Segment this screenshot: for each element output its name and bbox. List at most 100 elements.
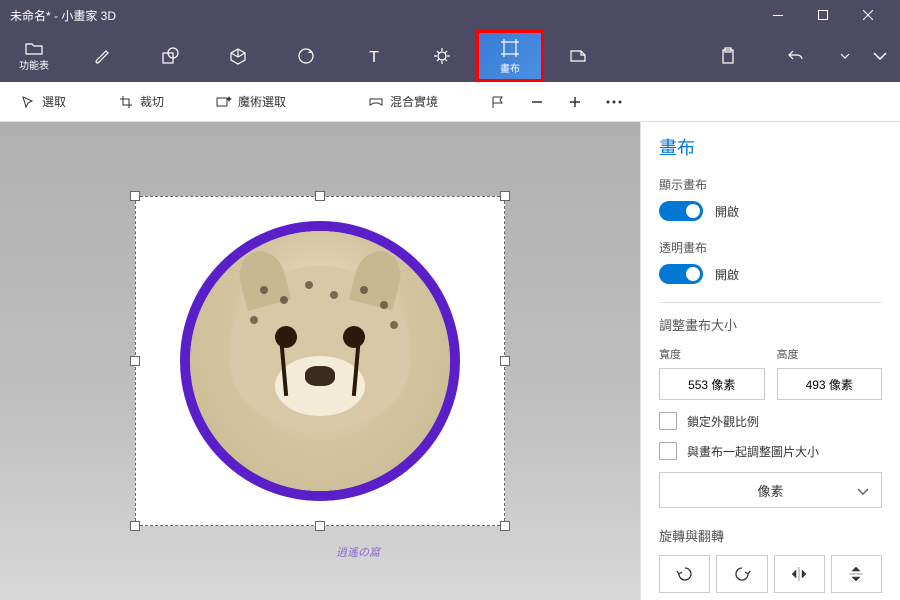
handle-mid-left[interactable] — [130, 356, 140, 366]
transparent-canvas-state: 開啟 — [715, 266, 739, 283]
handle-top-left[interactable] — [130, 191, 140, 201]
lock-aspect-label: 鎖定外觀比例 — [687, 413, 759, 430]
flip-v-icon — [847, 565, 865, 583]
canvas-icon — [500, 38, 520, 58]
resize-image-label: 與畫布一起調整圖片大小 — [687, 443, 819, 460]
ribbon-2d[interactable] — [136, 30, 204, 82]
ribbon-undo[interactable] — [762, 30, 830, 82]
window-title: 未命名* - 小畫家 3D — [10, 7, 116, 24]
canvas-label: 畫布 — [500, 60, 520, 75]
library-icon — [568, 46, 588, 66]
close-icon — [863, 10, 873, 20]
effects-icon — [432, 46, 452, 66]
lock-aspect-checkbox[interactable] — [659, 412, 677, 430]
chevron-down-large-icon — [873, 52, 887, 60]
handle-bottom-center[interactable] — [315, 521, 325, 531]
ribbon-redo[interactable] — [860, 30, 900, 82]
handle-mid-right[interactable] — [500, 356, 510, 366]
magic-icon — [216, 94, 232, 110]
mr-icon — [368, 94, 384, 110]
handle-top-right[interactable] — [500, 191, 510, 201]
canvas-selection[interactable] — [135, 196, 505, 526]
folder-icon — [25, 41, 43, 55]
flip-h-icon — [790, 565, 808, 583]
chevron-down-icon — [840, 53, 850, 59]
text-icon: T — [364, 46, 384, 66]
plus-icon — [568, 95, 582, 109]
width-label: 寬度 — [659, 346, 765, 362]
canvas-area[interactable]: 逍遙の窩 — [0, 122, 640, 600]
transparent-canvas-label: 透明畫布 — [659, 239, 882, 256]
mixed-reality-tool[interactable]: 混合實境 — [360, 89, 446, 114]
menu-label: 功能表 — [19, 57, 49, 72]
more-tool[interactable] — [598, 96, 630, 108]
show-canvas-label: 顯示畫布 — [659, 176, 882, 193]
ribbon-library[interactable] — [544, 30, 612, 82]
resize-title: 調整畫布大小 — [659, 315, 882, 334]
height-input[interactable] — [777, 368, 883, 400]
rotate-right-icon — [733, 565, 751, 583]
ribbon-history[interactable] — [830, 30, 860, 82]
rotate-left-icon — [676, 565, 694, 583]
flip-vertical-button[interactable] — [831, 555, 882, 593]
maximize-button[interactable] — [800, 0, 845, 30]
zoom-out-tool[interactable] — [522, 91, 552, 113]
undo-icon — [787, 47, 805, 65]
close-button[interactable] — [845, 0, 890, 30]
side-panel: 畫布 顯示畫布 開啟 透明畫布 開啟 調整畫布大小 寬度 — [640, 122, 900, 600]
crop-label: 裁切 — [140, 93, 164, 110]
brush-icon — [92, 46, 112, 66]
rotate-left-button[interactable] — [659, 555, 710, 593]
titlebar: 未命名* - 小畫家 3D — [0, 0, 900, 30]
minus-icon — [530, 95, 544, 109]
clipboard-icon — [719, 47, 737, 65]
selection-border — [135, 196, 505, 526]
ribbon-text[interactable]: T — [340, 30, 408, 82]
view-tool[interactable] — [482, 90, 514, 114]
chevron-down-icon — [857, 483, 869, 498]
ribbon-brush[interactable] — [68, 30, 136, 82]
mr-label: 混合實境 — [390, 93, 438, 110]
sticker-icon — [296, 46, 316, 66]
crop-tool[interactable]: 裁切 — [110, 89, 172, 114]
resize-image-checkbox[interactable] — [659, 442, 677, 460]
select-tool[interactable]: 選取 — [12, 89, 74, 114]
handle-bottom-right[interactable] — [500, 521, 510, 531]
shapes-3d-icon — [228, 46, 248, 66]
handle-bottom-left[interactable] — [130, 521, 140, 531]
minimize-icon — [773, 15, 783, 16]
handle-top-center[interactable] — [315, 191, 325, 201]
flip-horizontal-button[interactable] — [774, 555, 825, 593]
ribbon: 功能表 T 畫布 — [0, 30, 900, 82]
ribbon-3d[interactable] — [204, 30, 272, 82]
panel-title: 畫布 — [659, 134, 882, 160]
flag-icon — [490, 94, 506, 110]
more-icon — [606, 100, 622, 104]
svg-text:T: T — [369, 49, 379, 66]
unit-value: 像素 — [757, 481, 783, 500]
magic-select-tool[interactable]: 魔術選取 — [208, 89, 294, 114]
sub-toolbar: 選取 裁切 魔術選取 混合實境 — [0, 82, 900, 122]
ribbon-stickers[interactable] — [272, 30, 340, 82]
rotate-title: 旋轉與翻轉 — [659, 526, 882, 545]
show-canvas-toggle[interactable] — [659, 201, 703, 221]
ribbon-effects[interactable] — [408, 30, 476, 82]
zoom-in-tool[interactable] — [560, 91, 590, 113]
shapes-2d-icon — [160, 46, 180, 66]
select-label: 選取 — [42, 93, 66, 110]
crop-icon — [118, 94, 134, 110]
unit-select[interactable]: 像素 — [659, 472, 882, 508]
scrollbar[interactable] — [640, 222, 641, 272]
height-label: 高度 — [777, 346, 883, 362]
show-canvas-state: 開啟 — [715, 203, 739, 220]
menu-button[interactable]: 功能表 — [0, 30, 68, 82]
ribbon-canvas[interactable]: 畫布 — [476, 30, 544, 82]
watermark: 逍遙の窩 — [336, 544, 380, 560]
cursor-icon — [20, 94, 36, 110]
minimize-button[interactable] — [755, 0, 800, 30]
maximize-icon — [818, 10, 828, 20]
width-input[interactable] — [659, 368, 765, 400]
rotate-right-button[interactable] — [716, 555, 767, 593]
ribbon-paste[interactable] — [694, 30, 762, 82]
transparent-canvas-toggle[interactable] — [659, 264, 703, 284]
